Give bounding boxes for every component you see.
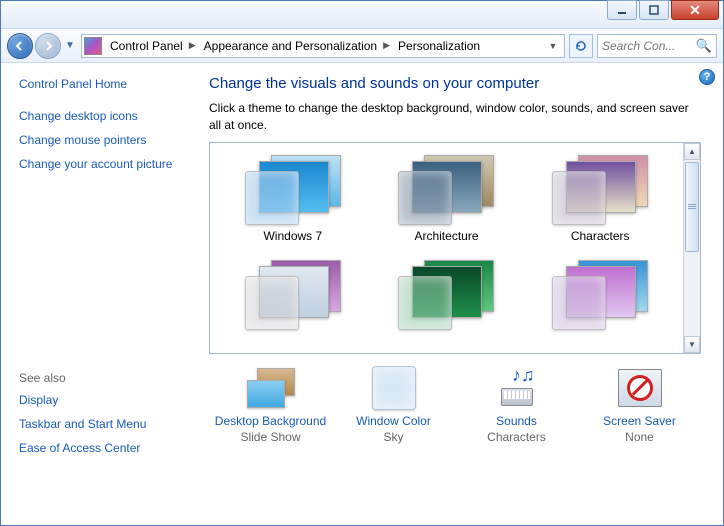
sidebar: Control Panel Home Change desktop icons … bbox=[1, 63, 209, 525]
search-icon: 🔍 bbox=[696, 38, 712, 54]
sidebar-home-link[interactable]: Control Panel Home bbox=[19, 77, 191, 91]
theme-architecture[interactable]: Architecture bbox=[398, 155, 494, 254]
address-bar[interactable]: Control Panel▶ Appearance and Personaliz… bbox=[81, 34, 565, 58]
option-screen-saver[interactable]: Screen Saver None bbox=[584, 366, 696, 444]
seealso-taskbar[interactable]: Taskbar and Start Menu bbox=[19, 417, 191, 431]
refresh-button[interactable] bbox=[569, 34, 593, 58]
theme-label: Architecture bbox=[414, 229, 478, 243]
options-row: Desktop Background Slide Show Window Col… bbox=[209, 366, 701, 444]
personalization-icon bbox=[84, 37, 102, 55]
breadcrumb-leaf[interactable]: Personalization bbox=[394, 35, 484, 57]
sounds-icon: ♪♫ bbox=[495, 366, 539, 410]
personalization-window: ✕ ▼ Control Panel▶ Appearance and Person… bbox=[0, 0, 724, 526]
option-label: Desktop Background bbox=[215, 414, 326, 428]
theme-item[interactable] bbox=[552, 260, 648, 345]
option-value: Sky bbox=[383, 430, 403, 444]
history-dropdown[interactable]: ▼ bbox=[63, 40, 77, 51]
minimize-button[interactable] bbox=[607, 0, 637, 20]
option-window-color[interactable]: Window Color Sky bbox=[338, 366, 450, 444]
close-button[interactable]: ✕ bbox=[671, 0, 719, 20]
maximize-button[interactable] bbox=[639, 0, 669, 20]
theme-item[interactable] bbox=[245, 260, 341, 345]
scroll-thumb[interactable] bbox=[685, 162, 699, 252]
option-sounds[interactable]: ♪♫ Sounds Characters bbox=[461, 366, 573, 444]
desktop-background-icon bbox=[247, 368, 295, 408]
search-box[interactable]: 🔍 bbox=[597, 34, 717, 58]
back-button[interactable] bbox=[7, 33, 33, 59]
option-value: Slide Show bbox=[240, 430, 300, 444]
scroll-down-button[interactable]: ▼ bbox=[684, 336, 700, 353]
option-label: Screen Saver bbox=[603, 414, 676, 428]
main-pane: ? Change the visuals and sounds on your … bbox=[209, 63, 723, 525]
option-label: Sounds bbox=[496, 414, 537, 428]
themes-scrollbar[interactable]: ▲ ▼ bbox=[683, 143, 700, 353]
theme-characters[interactable]: Characters bbox=[552, 155, 648, 254]
themes-frame: Windows 7 Architecture Characters bbox=[209, 142, 701, 354]
theme-windows7[interactable]: Windows 7 bbox=[245, 155, 341, 254]
option-label: Window Color bbox=[356, 414, 431, 428]
option-value: Characters bbox=[487, 430, 546, 444]
scroll-up-button[interactable]: ▲ bbox=[684, 143, 700, 160]
navbar: ▼ Control Panel▶ Appearance and Personal… bbox=[1, 29, 723, 63]
theme-item[interactable] bbox=[398, 260, 494, 345]
titlebar: ✕ bbox=[1, 1, 723, 29]
page-heading: Change the visuals and sounds on your co… bbox=[209, 75, 701, 92]
window-color-icon bbox=[372, 366, 416, 410]
address-dropdown[interactable]: ▼ bbox=[544, 41, 562, 51]
theme-label: Characters bbox=[571, 229, 630, 243]
seealso-display[interactable]: Display bbox=[19, 393, 191, 407]
sidebar-link-desktop-icons[interactable]: Change desktop icons bbox=[19, 109, 191, 123]
sidebar-link-account-picture[interactable]: Change your account picture bbox=[19, 157, 191, 171]
option-desktop-background[interactable]: Desktop Background Slide Show bbox=[215, 366, 327, 444]
seealso-ease-of-access[interactable]: Ease of Access Center bbox=[19, 441, 191, 455]
option-value: None bbox=[625, 430, 654, 444]
sidebar-link-mouse-pointers[interactable]: Change mouse pointers bbox=[19, 133, 191, 147]
screen-saver-icon bbox=[618, 369, 662, 407]
search-input[interactable] bbox=[602, 39, 692, 53]
help-icon[interactable]: ? bbox=[699, 69, 715, 85]
seealso-header: See also bbox=[19, 371, 191, 385]
breadcrumb-root[interactable]: Control Panel▶ bbox=[106, 35, 200, 57]
theme-label: Windows 7 bbox=[263, 229, 322, 243]
breadcrumb-mid[interactable]: Appearance and Personalization▶ bbox=[200, 35, 394, 57]
page-subtext: Click a theme to change the desktop back… bbox=[209, 100, 701, 134]
forward-button[interactable] bbox=[35, 33, 61, 59]
